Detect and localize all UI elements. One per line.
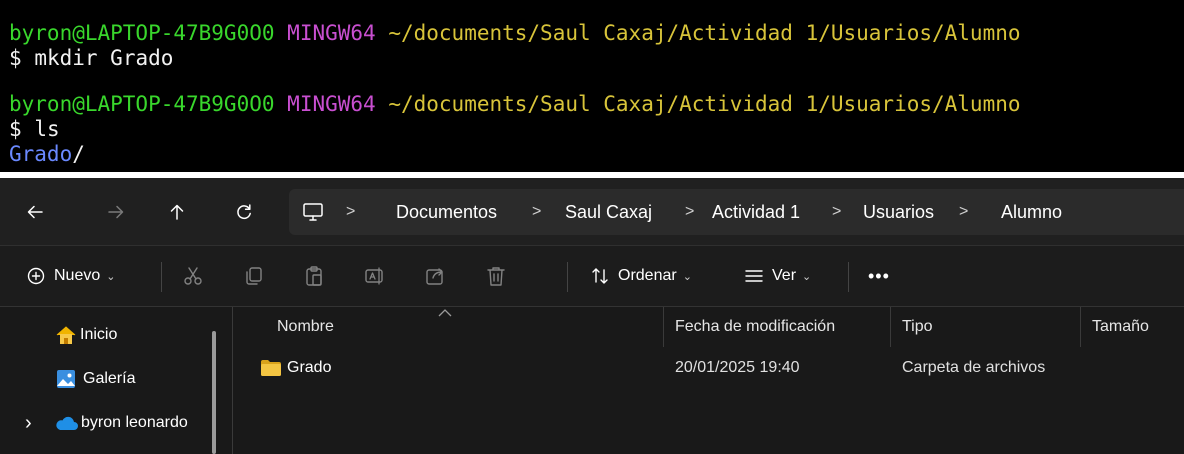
terminal-prompt-symbol: $ bbox=[9, 117, 22, 141]
terminal-window[interactable]: byron@LAPTOP-47B9G0O0 MINGW64 ~/document… bbox=[0, 0, 1184, 172]
view-button[interactable]: Ver ⌄ bbox=[744, 256, 811, 296]
terminal-env: MINGW64 bbox=[287, 92, 376, 116]
column-divider[interactable] bbox=[890, 307, 891, 347]
terminal-path: ~/documents/Saul Caxaj/Actividad 1/Usuar… bbox=[388, 21, 1021, 45]
paste-button[interactable] bbox=[303, 256, 325, 296]
new-button-label: Nuevo bbox=[54, 267, 101, 284]
view-lines-icon bbox=[745, 270, 763, 282]
breadcrumb-item-actividad-1[interactable]: Actividad 1 bbox=[712, 189, 800, 235]
terminal-output-line: Grado/ bbox=[9, 140, 85, 168]
breadcrumb[interactable]: > Documentos > Saul Caxaj > Actividad 1 … bbox=[289, 189, 1184, 235]
chevron-down-icon: ⌄ bbox=[106, 270, 116, 283]
terminal-user: byron@LAPTOP-47B9G0O0 bbox=[9, 92, 275, 116]
column-divider[interactable] bbox=[663, 307, 664, 347]
breadcrumb-item-saul-caxaj[interactable]: Saul Caxaj bbox=[565, 189, 652, 235]
sort-button-label: Ordenar bbox=[618, 267, 677, 284]
chevron-down-icon: ⌄ bbox=[682, 270, 692, 283]
up-button[interactable] bbox=[159, 194, 195, 230]
refresh-button[interactable] bbox=[226, 194, 262, 230]
file-list: Nombre Fecha de modificación Tipo Tamaño… bbox=[233, 307, 1184, 454]
column-divider[interactable] bbox=[1080, 307, 1081, 347]
view-button-label: Ver bbox=[772, 267, 797, 284]
file-name: Grado bbox=[287, 359, 332, 376]
terminal-env: MINGW64 bbox=[287, 21, 376, 45]
breadcrumb-separator: > bbox=[532, 203, 542, 220]
nav-item-galeria[interactable]: Galería bbox=[0, 359, 135, 399]
sort-button[interactable]: Ordenar ⌄ bbox=[590, 256, 692, 296]
file-modified: 20/01/2025 19:40 bbox=[675, 359, 800, 376]
arrow-left-icon bbox=[27, 205, 43, 219]
forward-button[interactable] bbox=[98, 194, 134, 230]
terminal-command-line: $ ls bbox=[9, 115, 60, 143]
rename-icon bbox=[365, 267, 383, 285]
share-icon bbox=[426, 268, 443, 285]
copy-button[interactable] bbox=[243, 256, 265, 296]
back-button[interactable] bbox=[17, 194, 53, 230]
gallery-icon bbox=[57, 370, 75, 388]
terminal-command: mkdir Grado bbox=[34, 46, 174, 70]
rename-button[interactable] bbox=[364, 256, 386, 296]
arrow-up-icon bbox=[170, 204, 184, 220]
breadcrumb-item-alumno[interactable]: Alumno bbox=[1001, 189, 1062, 235]
nav-item-inicio[interactable]: Inicio bbox=[0, 315, 117, 355]
terminal-prompt-symbol: $ bbox=[9, 46, 22, 70]
more-options-button[interactable]: ••• bbox=[868, 256, 890, 296]
breadcrumb-separator: > bbox=[959, 203, 969, 220]
navpane-scrollbar[interactable] bbox=[212, 331, 216, 454]
new-button[interactable]: Nuevo ⌄ bbox=[26, 256, 115, 296]
terminal-prompt-line: byron@LAPTOP-47B9G0O0 MINGW64 ~/document… bbox=[9, 90, 1021, 118]
terminal-path: ~/documents/Saul Caxaj/Actividad 1/Usuar… bbox=[388, 92, 1021, 116]
home-icon bbox=[56, 326, 76, 344]
sort-arrows-icon bbox=[592, 268, 608, 284]
nav-item-onedrive[interactable]: › byron leonardo bbox=[0, 403, 188, 443]
sort-up-icon bbox=[438, 309, 452, 317]
column-header-name[interactable]: Nombre bbox=[277, 307, 334, 347]
command-bar: Nuevo ⌄ Ordenar ⌄ Ver ⌄ ••• bbox=[0, 246, 1184, 307]
terminal-prompt-line: byron@LAPTOP-47B9G0O0 MINGW64 ~/document… bbox=[9, 19, 1021, 47]
plus-circle-icon bbox=[27, 267, 45, 285]
share-button[interactable] bbox=[424, 256, 446, 296]
column-header-type[interactable]: Tipo bbox=[902, 307, 933, 347]
file-explorer-window: > Documentos > Saul Caxaj > Actividad 1 … bbox=[0, 178, 1184, 454]
terminal-output-dir: Grado bbox=[9, 142, 73, 166]
terminal-command: ls bbox=[34, 117, 60, 141]
file-type: Carpeta de archivos bbox=[902, 359, 1046, 376]
toolbar-divider bbox=[848, 262, 849, 292]
folder-icon bbox=[261, 360, 281, 376]
column-header-modified[interactable]: Fecha de modificación bbox=[675, 307, 835, 347]
delete-button[interactable] bbox=[485, 256, 507, 296]
navigation-pane: Inicio Galería › byron leonardo bbox=[0, 307, 233, 454]
onedrive-cloud-icon bbox=[56, 416, 78, 430]
toolbar-divider bbox=[161, 262, 162, 292]
toolbar-divider bbox=[567, 262, 568, 292]
nav-item-label: Galería bbox=[83, 370, 136, 387]
breadcrumb-item-documentos[interactable]: Documentos bbox=[396, 189, 497, 235]
breadcrumb-separator: > bbox=[685, 203, 695, 220]
column-header-size[interactable]: Tamaño bbox=[1092, 307, 1149, 347]
nav-item-label: Inicio bbox=[80, 326, 118, 343]
table-row[interactable]: Grado 20/01/2025 19:40 Carpeta de archiv… bbox=[233, 349, 1184, 387]
address-bar: > Documentos > Saul Caxaj > Actividad 1 … bbox=[0, 178, 1184, 246]
more-options-icon: ••• bbox=[868, 265, 890, 286]
chevron-down-icon: ⌄ bbox=[802, 270, 812, 283]
terminal-command-line: $ mkdir Grado bbox=[9, 44, 173, 72]
clipboard-icon bbox=[306, 266, 322, 286]
breadcrumb-separator: > bbox=[346, 203, 356, 220]
computer-icon[interactable] bbox=[301, 200, 325, 229]
cut-button[interactable] bbox=[182, 256, 204, 296]
breadcrumb-item-usuarios[interactable]: Usuarios bbox=[863, 189, 934, 235]
trash-icon bbox=[487, 267, 505, 286]
expand-chevron-icon[interactable]: › bbox=[25, 412, 39, 435]
copy-icon bbox=[246, 267, 262, 285]
breadcrumb-separator: > bbox=[832, 203, 842, 220]
nav-item-label: byron leonardo bbox=[81, 414, 188, 431]
arrow-right-icon bbox=[108, 205, 124, 219]
refresh-icon bbox=[237, 204, 251, 220]
terminal-output-slash: / bbox=[72, 142, 85, 166]
terminal-user: byron@LAPTOP-47B9G0O0 bbox=[9, 21, 275, 45]
scissors-icon bbox=[184, 267, 202, 285]
